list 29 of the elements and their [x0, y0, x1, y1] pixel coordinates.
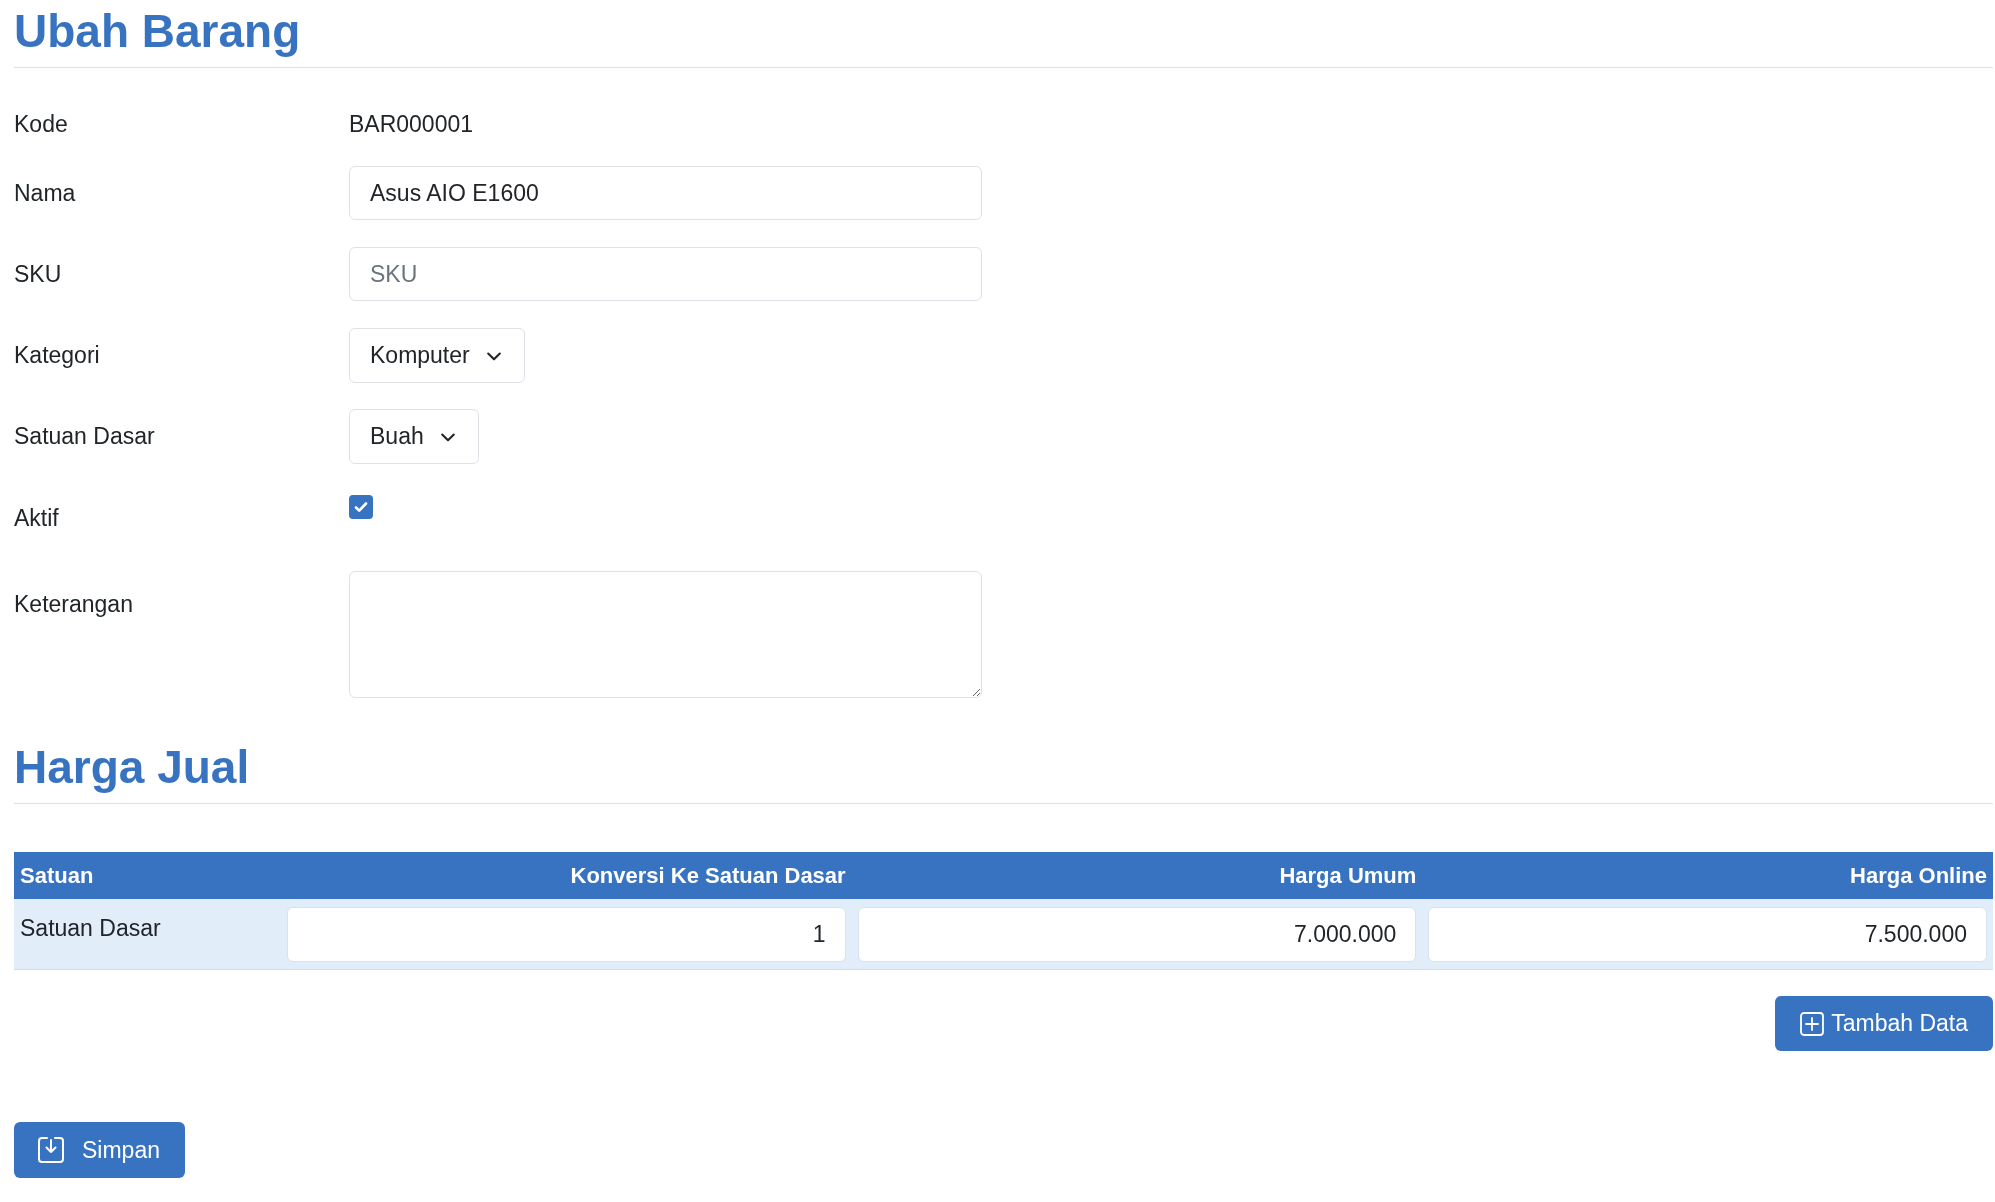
dropdown-select[interactable]: Buah: [349, 409, 479, 464]
number-input[interactable]: 7.000.000: [857, 907, 1417, 962]
text-input[interactable]: Asus AIO E1600: [349, 166, 982, 220]
section-title: Harga Jual: [14, 740, 250, 795]
column-header: Satuan: [20, 862, 94, 890]
column-header: Konversi Ke Satuan Dasar: [570, 862, 846, 890]
save-button[interactable]: Simpan: [14, 1122, 185, 1178]
text-input[interactable]: SKU: [349, 247, 982, 301]
field-label: SKU: [14, 260, 62, 287]
field-label: Kode: [14, 110, 68, 137]
column-header: Harga Online: [1850, 862, 1987, 890]
check-icon: [354, 501, 368, 513]
field-value: BAR000001: [349, 109, 474, 139]
field-label: Kategori: [14, 342, 100, 369]
field-label: Satuan Dasar: [14, 423, 155, 450]
box-arrow-down-icon: [38, 1137, 64, 1163]
textarea-field[interactable]: [349, 571, 982, 698]
add-data-button[interactable]: Tambah Data: [1775, 996, 1993, 1051]
plus-square-icon: [1800, 1011, 1825, 1036]
checkbox[interactable]: [349, 495, 373, 519]
number-input[interactable]: 7.500.000: [1428, 907, 1987, 962]
column-header: Harga Umum: [1279, 862, 1417, 890]
field-label: Aktif: [14, 503, 59, 533]
table-cell: Satuan Dasar: [20, 915, 161, 941]
field-label: Keterangan: [14, 591, 133, 617]
number-input[interactable]: 1: [287, 907, 846, 962]
dropdown-select[interactable]: Komputer: [349, 328, 525, 383]
page-title: Ubah Barang: [14, 4, 301, 59]
field-label: Nama: [14, 179, 76, 206]
